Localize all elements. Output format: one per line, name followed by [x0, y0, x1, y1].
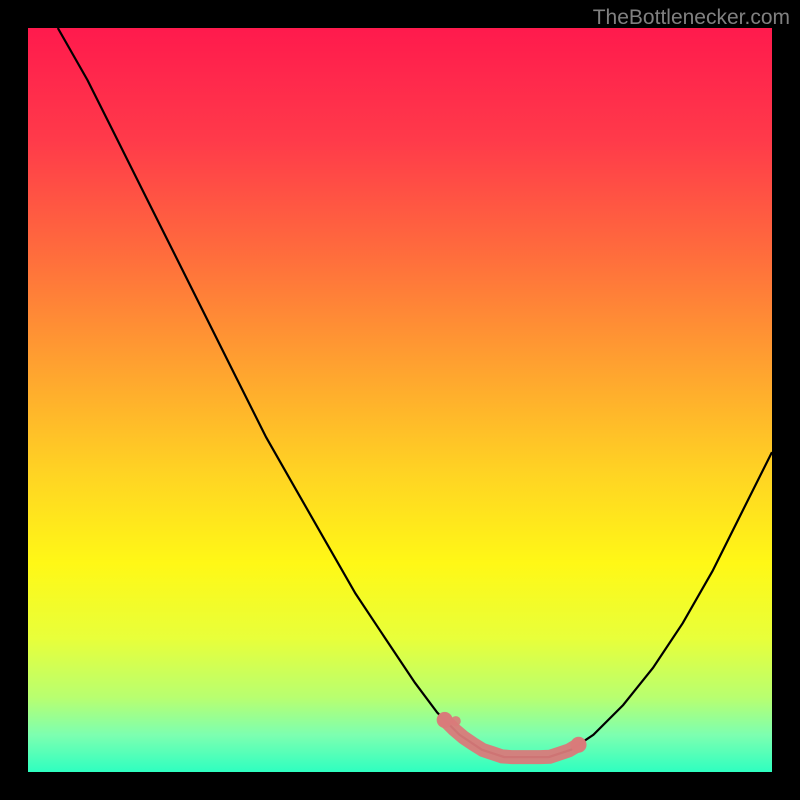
bottleneck-curve: [28, 28, 772, 772]
attribution-text: TheBottlenecker.com: [593, 6, 790, 30]
optimal-region-highlight: [437, 712, 587, 757]
plot-area: [28, 28, 772, 772]
